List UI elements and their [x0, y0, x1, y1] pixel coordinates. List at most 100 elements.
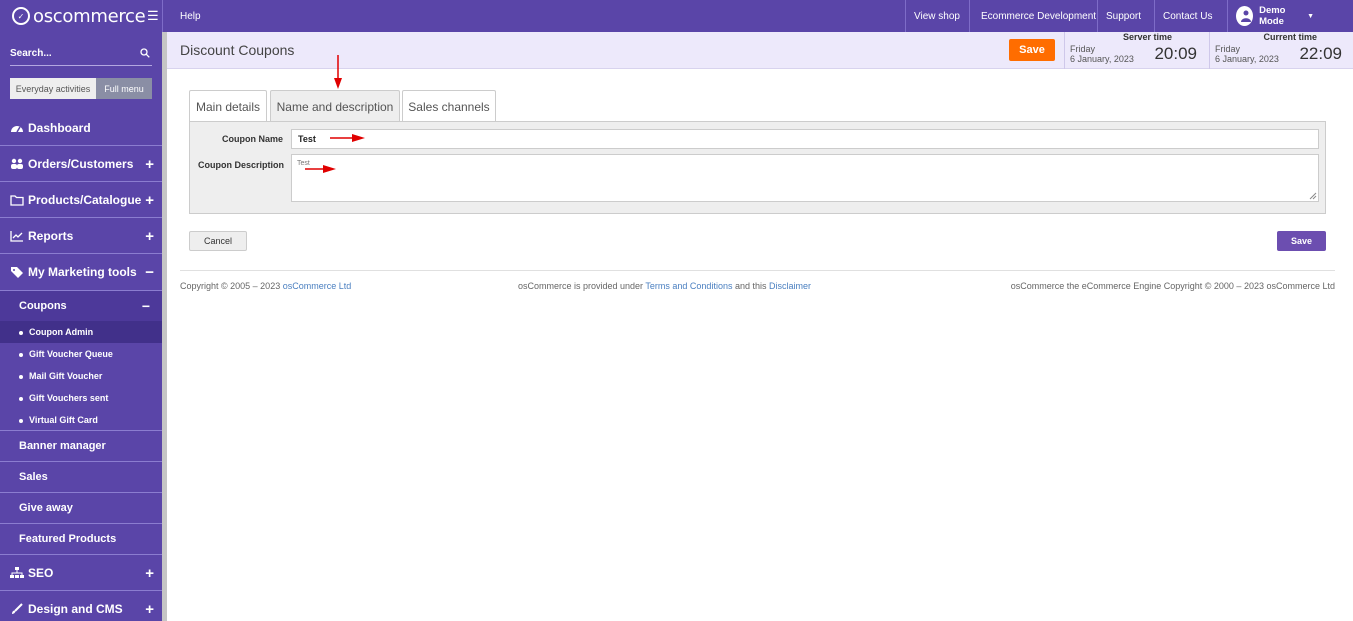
sidebar-item-label: Design and CMS: [28, 601, 123, 616]
sidebar-item-label: Coupon Admin: [29, 327, 94, 337]
sidebar-item-label: Coupons: [19, 300, 67, 312]
cancel-button[interactable]: Cancel: [189, 231, 247, 251]
help-link[interactable]: Help: [162, 0, 209, 32]
sidebar-item-sales[interactable]: Sales: [0, 462, 162, 493]
sidebar: ✓ oscommerce ☰ Search... Everyday activi…: [0, 0, 162, 621]
link-label: View shop: [914, 10, 960, 22]
page-header: Discount Coupons Save Server time Friday…: [167, 32, 1353, 69]
view-shop-link[interactable]: View shop: [905, 0, 968, 32]
sidebar-item-reports[interactable]: Reports +: [0, 218, 162, 254]
sidebar-item-label: Banner manager: [19, 440, 106, 452]
sidebar-item-products-catalogue[interactable]: Products/Catalogue +: [0, 182, 162, 218]
search-icon[interactable]: [140, 48, 150, 58]
current-time-date: Friday 6 January, 2023: [1215, 44, 1279, 64]
full-menu-button[interactable]: Full menu: [96, 78, 152, 99]
footer-engine-copyright: osCommerce the eCommerce Engine Copyrigh…: [1010, 281, 1335, 291]
server-time-title: Server time: [1122, 32, 1172, 42]
sidebar-item-my-marketing-tools[interactable]: My Marketing tools −: [0, 254, 162, 291]
sidebar-item-label: My Marketing tools: [28, 265, 137, 279]
tag-icon: [11, 267, 23, 278]
link-label: Contact Us: [1163, 10, 1213, 22]
ecommerce-development-link[interactable]: Ecommerce Development: [969, 0, 1107, 32]
link-label: Support: [1106, 10, 1142, 22]
coupon-name-input[interactable]: Test: [291, 129, 1319, 149]
logo-icon: ✓: [12, 7, 30, 25]
annotation-arrow-right-icon: [305, 165, 336, 173]
caret-down-icon: ▼: [1307, 12, 1314, 20]
sidebar-item-give-away[interactable]: Give away: [0, 493, 162, 524]
sidebar-item-orders-customers[interactable]: Orders/Customers +: [0, 146, 162, 182]
expand-plus-icon[interactable]: +: [145, 565, 154, 582]
hamburger-menu-icon[interactable]: ☰: [147, 8, 159, 24]
coupon-description-textarea[interactable]: Test: [291, 154, 1319, 202]
collapse-minus-icon[interactable]: −: [142, 298, 150, 314]
annotation-arrow-right-icon: [330, 134, 365, 142]
user-name: Demo Mode: [1259, 5, 1286, 27]
server-date: 6 January, 2023: [1070, 54, 1134, 64]
sidebar-item-gift-vouchers-sent[interactable]: Gift Vouchers sent: [0, 387, 162, 409]
page-scrollbar[interactable]: [162, 32, 167, 621]
sidebar-item-virtual-gift-card[interactable]: Virtual Gift Card: [0, 409, 162, 431]
search-input[interactable]: Search...: [10, 42, 152, 66]
disclaimer-link[interactable]: Disclaimer: [769, 281, 811, 291]
sidebar-item-label: Featured Products: [19, 533, 117, 545]
sidebar-item-label: SEO: [28, 565, 54, 580]
coupon-description-label: Coupon Description: [198, 160, 284, 170]
oscommerce-ltd-link[interactable]: osCommerce Ltd: [283, 281, 352, 291]
tab-sales-channels[interactable]: Sales channels: [402, 90, 496, 122]
save-bottom-button[interactable]: Save: [1277, 231, 1326, 251]
sidebar-item-coupon-admin[interactable]: Coupon Admin: [0, 321, 162, 343]
terms-link[interactable]: Terms and Conditions: [645, 281, 732, 291]
current-date: 6 January, 2023: [1215, 54, 1279, 64]
top-bar: Help View shop Ecommerce Development Sup…: [162, 0, 1353, 32]
bullet-icon: [19, 418, 23, 423]
sitemap-icon: [10, 566, 24, 578]
current-time-block: Current time Friday 6 January, 2023 22:09: [1209, 32, 1353, 69]
sidebar-item-gift-voucher-queue[interactable]: Gift Voucher Queue: [0, 343, 162, 365]
sidebar-item-mail-gift-voucher[interactable]: Mail Gift Voucher: [0, 365, 162, 387]
bullet-icon: [19, 397, 23, 401]
user-menu[interactable]: Demo Mode ▼: [1227, 0, 1322, 32]
footer-divider: [180, 270, 1335, 271]
brush-icon: [12, 602, 23, 614]
current-day: Friday: [1215, 44, 1241, 54]
footer-text: osCommerce is provided under: [518, 281, 646, 291]
sidebar-item-label: Dashboard: [28, 120, 91, 135]
sidebar-item-banner-manager[interactable]: Banner manager: [0, 431, 162, 462]
footer-text: Copyright © 2005 – 2023: [180, 281, 283, 291]
current-time-value: 22:09: [1299, 44, 1342, 63]
chart-icon: [10, 230, 23, 242]
sidebar-item-dashboard[interactable]: Dashboard: [0, 110, 162, 146]
tab-main-details[interactable]: Main details: [189, 90, 267, 122]
search-placeholder: Search...: [10, 48, 52, 59]
sidebar-item-seo[interactable]: SEO +: [0, 555, 162, 591]
bullet-icon: [19, 375, 23, 379]
support-link[interactable]: Support: [1097, 0, 1149, 32]
annotation-arrow-down-icon: [334, 55, 342, 89]
expand-plus-icon[interactable]: +: [145, 156, 154, 173]
bullet-icon: [19, 353, 23, 357]
save-button[interactable]: Save: [1009, 39, 1055, 61]
logo-bar: ✓ oscommerce ☰: [0, 0, 162, 32]
footer-copyright: Copyright © 2005 – 2023 osCommerce Ltd: [180, 281, 351, 291]
menu-mode-toggle: Everyday activities Full menu: [10, 78, 152, 99]
sidebar-item-coupons[interactable]: Coupons −: [0, 291, 162, 321]
sidebar-item-label: Sales: [19, 471, 48, 483]
coupon-name-label: Coupon Name: [222, 134, 284, 144]
sidebar-item-design-and-cms[interactable]: Design and CMS +: [0, 591, 162, 621]
everyday-activities-button[interactable]: Everyday activities: [10, 78, 96, 99]
contact-us-link[interactable]: Contact Us: [1154, 0, 1220, 32]
sidebar-item-label: Mail Gift Voucher: [29, 371, 103, 381]
sidebar-item-featured-products[interactable]: Featured Products: [0, 524, 162, 555]
bullet-icon: [19, 331, 23, 335]
sidebar-item-label: Orders/Customers: [28, 156, 134, 171]
expand-plus-icon[interactable]: +: [145, 192, 154, 209]
sidebar-item-label: Gift Voucher Queue: [29, 349, 113, 359]
tab-name-and-description[interactable]: Name and description: [270, 90, 400, 122]
collapse-minus-icon[interactable]: −: [145, 264, 154, 281]
expand-plus-icon[interactable]: +: [145, 601, 154, 618]
user-avatar-icon: [1236, 6, 1254, 26]
expand-plus-icon[interactable]: +: [145, 228, 154, 245]
resize-handle-icon[interactable]: [1309, 192, 1317, 200]
server-day: Friday: [1070, 44, 1096, 54]
